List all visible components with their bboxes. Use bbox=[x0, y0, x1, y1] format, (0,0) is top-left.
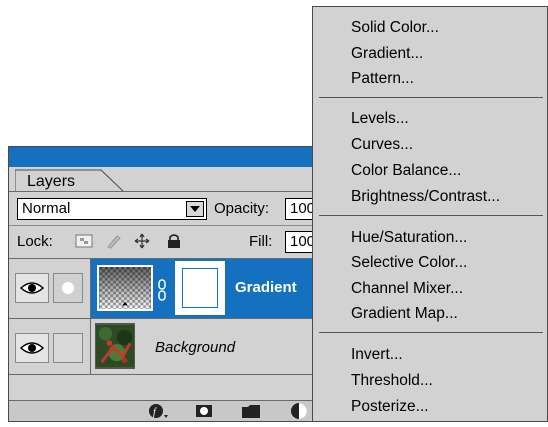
dropdown-arrow-icon[interactable] bbox=[186, 201, 204, 217]
lock-move-icon[interactable] bbox=[133, 233, 151, 249]
layer-mask-thumbnail[interactable] bbox=[175, 261, 225, 315]
background-thumbnail[interactable] bbox=[95, 323, 135, 369]
layer-name[interactable]: Background bbox=[155, 339, 235, 356]
lock-transparency-icon[interactable] bbox=[75, 233, 93, 249]
empty-layer-area bbox=[9, 374, 327, 400]
menu-item-curves[interactable]: Curves... bbox=[351, 136, 413, 154]
eye-icon bbox=[19, 342, 45, 354]
layer-link-toggle[interactable] bbox=[53, 333, 83, 363]
blend-mode-value: Normal bbox=[22, 200, 71, 217]
opacity-label: Opacity: bbox=[214, 200, 270, 217]
layers-palette: Layers Normal Opacity: 100 Lock: Fill: 1… bbox=[8, 146, 335, 422]
lock-brush-icon[interactable] bbox=[105, 233, 123, 249]
blend-mode-select[interactable]: Normal bbox=[17, 198, 207, 220]
visibility-toggle[interactable] bbox=[15, 333, 49, 363]
lock-divider bbox=[9, 225, 327, 226]
layer-name[interactable]: Gradient bbox=[235, 279, 297, 296]
layer-style-icon[interactable]: f bbox=[147, 403, 169, 419]
menu-item-selective-color[interactable]: Selective Color... bbox=[351, 254, 467, 272]
menu-item-invert[interactable]: Invert... bbox=[351, 346, 403, 364]
eye-icon bbox=[19, 282, 45, 294]
adjustment-layer-menu: Solid Color... Gradient... Pattern... Le… bbox=[312, 6, 548, 422]
palette-title-bar[interactable] bbox=[9, 147, 327, 167]
lock-all-icon[interactable] bbox=[165, 233, 183, 249]
menu-item-brightness-contrast[interactable]: Brightness/Contrast... bbox=[351, 188, 500, 206]
layer-link-toggle[interactable] bbox=[53, 273, 83, 303]
layer-controls bbox=[9, 319, 91, 375]
menu-item-levels[interactable]: Levels... bbox=[351, 110, 409, 128]
menu-separator bbox=[319, 215, 543, 216]
layer-row-gradient[interactable]: Gradient bbox=[9, 258, 327, 319]
menu-item-posterize[interactable]: Posterize... bbox=[351, 398, 429, 416]
menu-item-gradient[interactable]: Gradient... bbox=[351, 45, 423, 63]
mask-frame bbox=[182, 268, 218, 308]
layers-tab-label: Layers bbox=[27, 173, 76, 190]
menu-item-channel-mixer[interactable]: Channel Mixer... bbox=[351, 280, 463, 298]
menu-item-hue-saturation[interactable]: Hue/Saturation... bbox=[351, 229, 467, 247]
menu-separator bbox=[319, 97, 543, 98]
add-mask-icon[interactable] bbox=[195, 403, 213, 419]
layer-row-background[interactable]: Background bbox=[9, 318, 327, 375]
lock-label: Lock: bbox=[17, 233, 53, 250]
menu-item-gradient-map[interactable]: Gradient Map... bbox=[351, 305, 458, 323]
visibility-toggle[interactable] bbox=[15, 273, 49, 303]
tab-divider bbox=[9, 191, 327, 192]
menu-item-pattern[interactable]: Pattern... bbox=[351, 70, 414, 88]
menu-separator bbox=[319, 332, 543, 333]
menu-item-threshold[interactable]: Threshold... bbox=[351, 372, 433, 390]
fill-label: Fill: bbox=[249, 233, 273, 250]
palette-bottom-bar: f bbox=[9, 400, 327, 421]
new-set-icon[interactable] bbox=[241, 403, 261, 419]
link-chain-icon[interactable] bbox=[157, 279, 167, 301]
layer-controls bbox=[9, 259, 91, 319]
gradient-thumbnail[interactable] bbox=[97, 265, 153, 311]
menu-item-solid-color[interactable]: Solid Color... bbox=[351, 19, 439, 37]
adjustment-circle-icon bbox=[62, 282, 74, 294]
menu-item-color-balance[interactable]: Color Balance... bbox=[351, 162, 461, 180]
adjustment-layer-icon[interactable] bbox=[289, 402, 309, 420]
